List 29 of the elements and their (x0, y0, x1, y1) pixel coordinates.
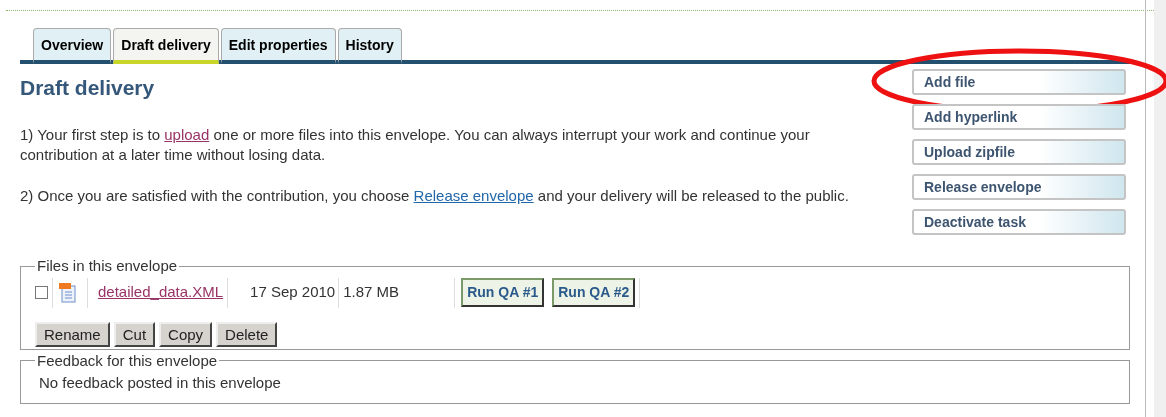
checkbox[interactable] (35, 286, 48, 299)
file-link[interactable]: detailed_data.XML (98, 281, 224, 304)
tab[interactable]: History (337, 28, 402, 64)
page-heading: Draft delivery (20, 75, 156, 101)
run-qa-button[interactable]: Run QA #1 (461, 278, 545, 307)
file-action-button[interactable]: Rename (35, 321, 110, 347)
text-link[interactable]: upload (164, 125, 210, 143)
action-button[interactable]: Add file (912, 69, 1126, 95)
run-qa-button[interactable]: Run QA #2 (552, 278, 636, 307)
file-size: 1.87 MB (343, 282, 400, 303)
file-action-button[interactable]: Cut (113, 321, 156, 347)
text-link[interactable]: Release envelope (413, 186, 534, 204)
action-button[interactable]: Release envelope (912, 174, 1126, 200)
action-button[interactable]: Deactivate task (912, 209, 1126, 235)
xml-file-icon (59, 282, 77, 303)
instruction-text: 1) Your first step is to upload one or more files into this envelope. You can always interrupt your work and continue your contribution at a later time without losing data. (20, 124, 811, 165)
tab[interactable]: Draft delivery (113, 28, 219, 64)
action-button[interactable]: Upload zipfile (912, 139, 1126, 165)
file-action-button[interactable]: Delete (216, 321, 278, 347)
action-button[interactable]: Add hyperlink (912, 104, 1126, 130)
file-date: 17 Sep 2010 (250, 282, 336, 303)
tab[interactable]: Edit properties (220, 28, 336, 64)
panel-legend: Feedback for this envelope (35, 349, 220, 372)
panel-legend: Files in this envelope (35, 255, 180, 278)
scrollbar[interactable] (1154, 0, 1166, 417)
instruction-text: 2) Once you are satisfied with the contribution, you choose Release envelope and your delivery will be released to the public. (20, 185, 850, 206)
tab[interactable]: Overview (33, 28, 112, 64)
file-action-button[interactable]: Copy (159, 321, 213, 347)
feedback-text: No feedback posted in this envelope (39, 373, 282, 393)
